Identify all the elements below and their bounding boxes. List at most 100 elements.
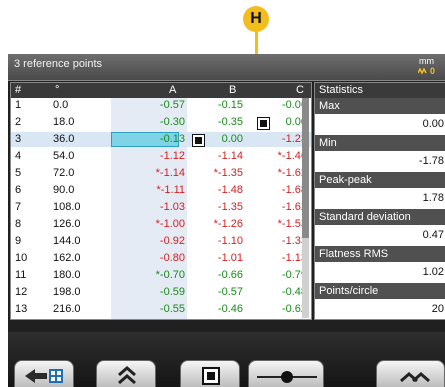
row-angle-cell[interactable]: 54.0: [53, 150, 74, 162]
header-number: #: [15, 84, 22, 96]
scroll-up-button[interactable]: [96, 360, 156, 387]
row-number-cell[interactable]: 1: [15, 99, 21, 111]
stat-value: 1.78: [422, 192, 444, 204]
stat-label: Min: [315, 135, 445, 151]
row-value-b-cell[interactable]: -1.14: [218, 150, 243, 162]
row-value-b-cell[interactable]: 0.00: [222, 133, 243, 145]
statistics-title: Statistics: [319, 84, 364, 96]
row-angle-cell[interactable]: 144.0: [53, 235, 81, 247]
stat-value: 1.02: [422, 266, 444, 278]
stat-label: Standard deviation: [315, 209, 445, 225]
row-angle-cell[interactable]: 90.0: [53, 184, 74, 196]
row-number-cell[interactable]: 4: [15, 150, 21, 162]
row-value-a-cell[interactable]: *-1.00: [156, 218, 185, 230]
row-angle-cell[interactable]: 72.0: [53, 167, 74, 179]
exit-button[interactable]: [14, 360, 74, 387]
row-number-cell[interactable]: 12: [15, 286, 27, 298]
table-row[interactable]: 10 162.0 -0.80 -1.01 -1.13: [11, 251, 311, 266]
row-value-b-cell[interactable]: -0.46: [218, 303, 243, 315]
row-value-b-cell[interactable]: -0.35: [218, 116, 243, 128]
row-number-cell[interactable]: 9: [15, 235, 21, 247]
exit-arrow-icon: [25, 369, 63, 383]
row-value-a-cell[interactable]: -0.55: [160, 303, 185, 315]
unit-indicator[interactable]: mm 0: [417, 56, 435, 76]
row-angle-cell[interactable]: 216.0: [53, 303, 81, 315]
row-value-a-cell[interactable]: -1.03: [160, 201, 185, 213]
wave-icon: [417, 67, 427, 75]
callout-badge-h: H: [243, 6, 269, 32]
page-title: 3 reference points: [14, 58, 103, 70]
row-angle-cell[interactable]: 0.0: [53, 99, 68, 111]
row-number-cell[interactable]: 13: [15, 303, 27, 315]
table-row[interactable]: 12 198.0 -0.59 -0.57 -0.48: [11, 285, 311, 300]
row-value-b-cell[interactable]: -1.01: [218, 252, 243, 264]
stat-value: 20: [431, 303, 444, 315]
row-angle-cell[interactable]: 162.0: [53, 252, 81, 264]
stat-label-text: Standard deviation: [319, 211, 411, 223]
reference-point-marker-b[interactable]: [257, 117, 270, 130]
row-value-b-cell[interactable]: *-1.26: [214, 218, 243, 230]
header-column-a[interactable]: A: [169, 84, 176, 96]
row-value-a-cell[interactable]: -1.12: [160, 150, 185, 162]
stat-label: Max: [315, 98, 445, 114]
row-angle-cell[interactable]: 36.0: [53, 133, 74, 145]
row-angle-cell[interactable]: 108.0: [53, 201, 81, 213]
row-value-b-cell[interactable]: -0.57: [218, 286, 243, 298]
row-value-b-cell[interactable]: -0.15: [218, 99, 243, 111]
row-number-cell[interactable]: 5: [15, 167, 21, 179]
row-value-a-cell[interactable]: *-1.14: [156, 167, 185, 179]
row-number-cell[interactable]: 11: [15, 269, 26, 281]
row-angle-cell[interactable]: 126.0: [53, 218, 81, 230]
level-button[interactable]: [248, 360, 324, 387]
row-value-a-cell[interactable]: *-1.11: [156, 184, 185, 196]
row-value-b-cell[interactable]: *-1.35: [214, 167, 243, 179]
table-row[interactable]: 4 54.0 -1.12 -1.14 *-1.46: [11, 149, 311, 164]
stop-square-icon: [202, 367, 220, 385]
device-screen: 3 reference points mm 0 # ° A B C 1 0.0 -0…: [8, 54, 445, 387]
table-row[interactable]: 1 0.0 -0.57 -0.15 -0.06: [11, 98, 311, 113]
next-button[interactable]: [376, 360, 445, 387]
reference-point-marker-a[interactable]: [192, 134, 205, 147]
stat-label: Flatness RMS: [315, 246, 445, 262]
row-number-cell[interactable]: 7: [15, 201, 21, 213]
header-column-b[interactable]: B: [229, 84, 236, 96]
stat-label-text: Min: [319, 137, 337, 149]
table-row[interactable]: 11 180.0 *-0.70 -0.66 -0.79: [11, 268, 311, 283]
row-value-a-cell[interactable]: -0.80: [160, 252, 185, 264]
stop-button[interactable]: [180, 360, 240, 387]
row-value-b-cell[interactable]: -1.10: [218, 235, 243, 247]
row-number-cell[interactable]: 10: [15, 252, 27, 264]
stat-label-text: Max: [319, 100, 340, 112]
row-angle-cell[interactable]: 180.0: [53, 269, 81, 281]
row-value-a-cell[interactable]: *-0.70: [156, 269, 185, 281]
header-column-c[interactable]: C: [296, 84, 304, 96]
row-value-b-cell[interactable]: -1.48: [218, 184, 243, 196]
row-value-b-cell[interactable]: -1.35: [218, 201, 243, 213]
row-angle-cell[interactable]: 198.0: [53, 286, 81, 298]
row-number-cell[interactable]: 8: [15, 218, 21, 230]
table-row[interactable]: 5 72.0 *-1.14 *-1.35 *-1.62: [11, 166, 311, 181]
header-degrees: °: [55, 84, 60, 96]
row-number-cell[interactable]: 6: [15, 184, 21, 196]
row-number-cell[interactable]: 3: [15, 133, 21, 145]
row-value-a-cell[interactable]: -0.57: [160, 99, 185, 111]
row-value-a-cell[interactable]: -0.30: [160, 116, 185, 128]
level-slider-icon: [257, 371, 317, 383]
table-row[interactable]: 9 144.0 -0.92 -1.10 -1.33: [11, 234, 311, 249]
table-row[interactable]: 8 126.0 *-1.00 *-1.26 *-1.53: [11, 217, 311, 232]
unit-wave-value: 0: [417, 66, 435, 76]
table-row[interactable]: 7 108.0 -1.03 -1.35 -1.62: [11, 200, 311, 215]
row-value-b-cell[interactable]: -0.66: [218, 269, 243, 281]
row-value-a-cell[interactable]: -0.59: [160, 286, 185, 298]
table-row[interactable]: 13 216.0 -0.55 -0.46 -0.62: [11, 302, 311, 317]
table-row[interactable]: 6 90.0 *-1.11 -1.48 -1.68: [11, 183, 311, 198]
row-number-cell[interactable]: 2: [15, 116, 21, 128]
table-scroll-thumb[interactable]: [302, 98, 309, 238]
row-value-a-cell[interactable]: -0.13: [160, 133, 185, 145]
stat-value: 0.00: [422, 118, 444, 130]
stat-label-text: Peak-peak: [319, 174, 372, 186]
row-value-a-cell[interactable]: -0.92: [160, 235, 185, 247]
table-row[interactable]: 3 36.0 -0.13 0.00 -1.23: [11, 132, 311, 147]
title-bar: 3 reference points mm 0: [8, 54, 445, 81]
row-angle-cell[interactable]: 18.0: [53, 116, 74, 128]
